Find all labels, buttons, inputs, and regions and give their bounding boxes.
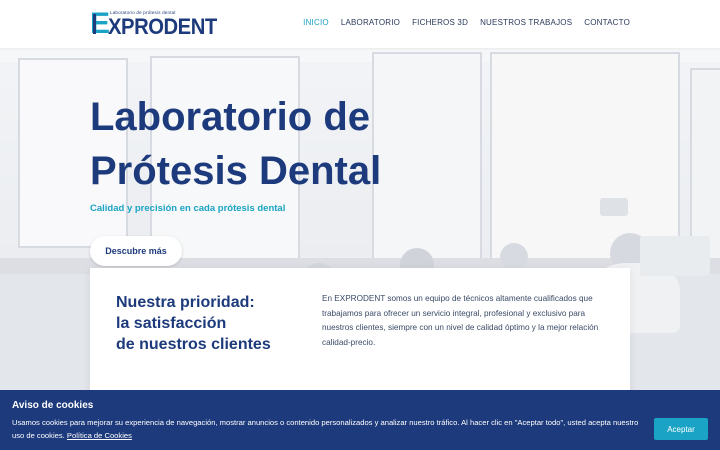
site-header: E Laboratorio de prótesis dental XPRODEN… bbox=[0, 0, 720, 48]
cookie-banner: Aviso de cookies Usamos cookies para mej… bbox=[0, 390, 720, 450]
priority-heading-line-1: Nuestra prioridad: bbox=[116, 294, 255, 311]
main-nav: INICIO LABORATORIO FICHEROS 3D NUESTROS … bbox=[303, 18, 630, 27]
priority-heading-line-2: la satisfacción bbox=[116, 315, 227, 332]
hero-title: Laboratorio de Prótesis Dental bbox=[90, 90, 410, 198]
exprodent-logo[interactable]: E Laboratorio de prótesis dental XPRODEN… bbox=[90, 7, 226, 40]
hero-subtitle: Calidad y precisión en cada prótesis den… bbox=[90, 203, 286, 214]
hero-title-line-2: Prótesis Dental bbox=[90, 149, 382, 193]
priority-heading: Nuestra prioridad: la satisfacción de nu… bbox=[116, 292, 286, 355]
nav-item-nuestros-trabajos[interactable]: NUESTROS TRABAJOS bbox=[480, 18, 572, 27]
hero-title-line-1: Laboratorio de bbox=[90, 95, 371, 139]
logo-mark: E bbox=[90, 7, 110, 40]
logo-text: Laboratorio de prótesis dental XPRODENT bbox=[108, 10, 226, 38]
logo-wordmark: XPRODENT bbox=[108, 14, 217, 39]
nav-item-contacto[interactable]: CONTACTO bbox=[584, 18, 630, 27]
nav-item-laboratorio[interactable]: LABORATORIO bbox=[341, 18, 400, 27]
cookie-banner-title: Aviso de cookies bbox=[12, 400, 94, 411]
priority-heading-line-3: de nuestros clientes bbox=[116, 336, 271, 353]
nav-item-ficheros-3d[interactable]: FICHEROS 3D bbox=[412, 18, 468, 27]
nav-item-inicio[interactable]: INICIO bbox=[303, 18, 329, 27]
intro-paragraph: En EXPRODENT somos un equipo de técnicos… bbox=[322, 294, 599, 347]
intro-card: Nuestra prioridad: la satisfacción de nu… bbox=[90, 268, 630, 408]
cookie-policy-link[interactable]: Política de Cookies bbox=[67, 431, 132, 440]
discover-more-button[interactable]: Descubre más bbox=[90, 236, 182, 266]
cookie-banner-text: Usamos cookies para mejorar su experienc… bbox=[12, 417, 652, 442]
accept-cookies-button[interactable]: Aceptar bbox=[654, 418, 708, 440]
